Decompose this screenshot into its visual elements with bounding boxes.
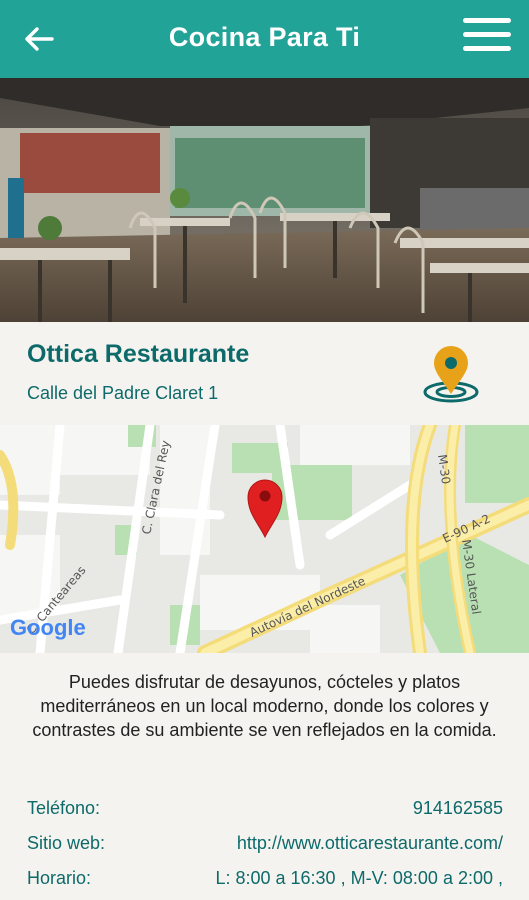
app-title: Cocina Para Ti <box>168 22 361 52</box>
phone-label: Teléfono: <box>27 798 101 818</box>
google-logo: Google <box>10 615 86 640</box>
hours-label: Horario: <box>27 868 92 888</box>
hamburger-menu-icon[interactable] <box>463 18 511 56</box>
restaurant-photo <box>0 78 529 322</box>
detail-row-website: Sitio web: http://www.otticarestaurante.… <box>27 833 503 859</box>
detail-row-phone: Teléfono: 914162585 <box>27 798 503 824</box>
map-view[interactable]: C. Clara del Rey Autovía del Nordeste M-… <box>0 425 529 653</box>
website-label: Sitio web: <box>27 833 106 853</box>
hours-value: L: 8:00 a 16:30 , M-V: 08:00 a 2:00 , <box>215 868 503 888</box>
restaurant-address: Calle del Padre Claret 1 <box>27 383 219 403</box>
website-link[interactable]: http://www.otticarestaurante.com/ <box>237 833 503 854</box>
restaurant-name: Ottica Restaurante <box>27 340 250 368</box>
phone-value[interactable]: 914162585 <box>413 798 503 819</box>
location-pin-icon[interactable] <box>420 344 482 406</box>
restaurant-description: Puedes disfrutar de desayunos, cócteles … <box>32 672 497 740</box>
detail-row-hours: Horario: L: 8:00 a 16:30 , M-V: 08:00 a … <box>27 868 503 894</box>
app-bar: Cocina Para Ti <box>0 0 529 78</box>
